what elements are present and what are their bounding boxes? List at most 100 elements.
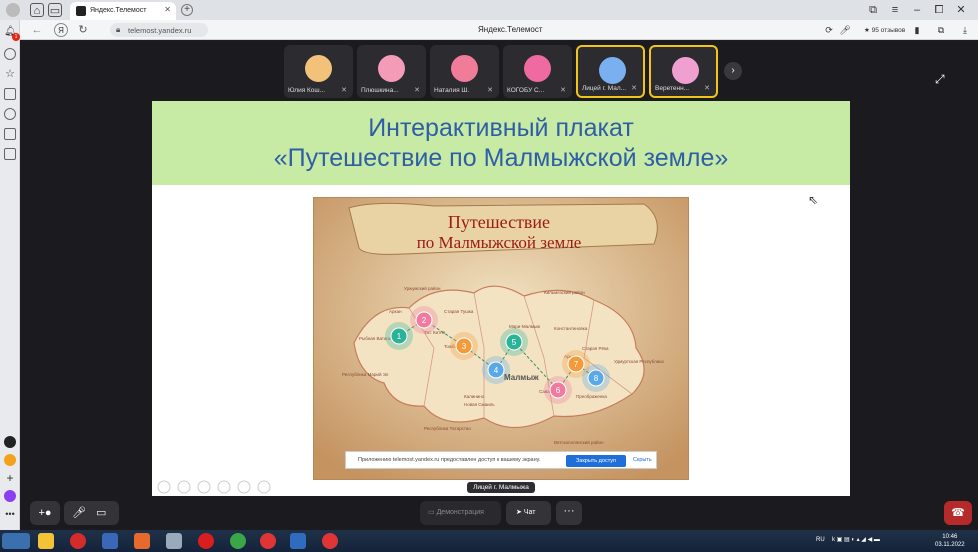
participant-tile[interactable]: КОГОБУ С... ✕ [503, 45, 572, 98]
yandex-taskbar-icon[interactable] [198, 533, 214, 549]
play-icon[interactable] [4, 108, 16, 120]
demo-button[interactable]: ▭ Демонстрация [420, 501, 501, 525]
url-field[interactable]: 🔒︎ telemost.yandex.ru [110, 23, 208, 37]
more-icon[interactable]: ••• [4, 510, 16, 522]
profile-icon[interactable] [6, 3, 20, 17]
downloads-icon[interactable] [4, 128, 16, 140]
map-point-number: 3 [462, 342, 467, 351]
mic-muted-icon: ✕ [631, 85, 637, 92]
media-toggle-group: 🎤︎ ▭ [64, 501, 119, 525]
restore-icon[interactable]: ⧠ [932, 3, 946, 17]
yandex-browser-taskbar-icon[interactable] [260, 533, 276, 549]
next-slide-icon[interactable] [177, 480, 191, 494]
taskbar-clock[interactable]: 10:46 03.11.2022 [935, 533, 965, 549]
slide-title-line2: «Путешествие по Малмыжской земле» [273, 144, 729, 172]
avatar [378, 55, 405, 82]
map-point-number: 5 [512, 338, 517, 347]
lock-icon: 🔒︎ [116, 25, 121, 34]
poster-title-1: Путешествие [448, 212, 550, 232]
poster-title-2: по Малмыжской земле [417, 233, 582, 252]
participant-tile[interactable]: Лицей г. Мал... ✕ [576, 45, 645, 98]
map-point-number: 2 [422, 316, 427, 325]
screenshot-icon[interactable] [4, 148, 16, 160]
browser-tab[interactable]: Яндекс.Телемост ✕ [70, 2, 176, 20]
download-icon[interactable]: ⤓ [958, 23, 972, 37]
word-taskbar-icon[interactable] [290, 533, 306, 549]
media-taskbar-icon[interactable] [134, 533, 150, 549]
avatar [451, 55, 478, 82]
zen-icon[interactable] [4, 454, 16, 466]
end-call-button[interactable]: ☎︎ [944, 501, 972, 525]
slide-toolbar [156, 479, 276, 500]
avatar [305, 55, 332, 82]
map-label: Уржумский район [404, 285, 441, 291]
map-point-number: 4 [494, 366, 499, 375]
windows-taskbar: RU k ▣ ▤ ◐ ▴ ◢ ◀︎ ▬ 10:46 03.11.2022 [0, 530, 978, 552]
reload-icon[interactable]: ↻ [76, 23, 90, 37]
participant-tile[interactable]: Плюшкина... ✕ [357, 45, 426, 98]
map-point-number: 6 [556, 386, 561, 395]
zoom-icon[interactable] [237, 480, 251, 494]
stop-sharing-button[interactable]: Закрыть доступ [566, 455, 626, 467]
hide-notice-button[interactable]: Скрыть [633, 457, 652, 463]
fullscreen-icon[interactable]: ⤢ [935, 72, 945, 87]
mic-muted-icon: ✕ [560, 87, 566, 94]
save-taskbar-icon[interactable] [102, 533, 118, 549]
participant-tile[interactable]: Юлия Кош... ✕ [284, 45, 353, 98]
chrome-taskbar-icon[interactable] [230, 533, 246, 549]
pen-icon[interactable] [197, 480, 211, 494]
map-label: Республика Татарстан [424, 426, 471, 431]
next-participants-button[interactable]: › [724, 62, 742, 80]
prev-slide-icon[interactable] [157, 480, 171, 494]
map-label: Вятскополянский район [554, 439, 604, 445]
more-controls-button[interactable]: ··· [556, 501, 582, 525]
pointer-icon[interactable] [217, 480, 231, 494]
yandex-browser-2-taskbar-icon[interactable] [322, 533, 338, 549]
notification-badge: 1 [12, 33, 20, 41]
new-tab-button[interactable]: + [181, 4, 193, 16]
telemost-favicon-icon [76, 6, 86, 16]
chat-button[interactable]: ➤ Чат [506, 501, 551, 525]
close-tab-icon[interactable]: ✕ [164, 5, 171, 14]
opera-taskbar-icon[interactable] [70, 533, 86, 549]
shared-screen: Интерактивный плакат «Путешествие по Мал… [152, 101, 850, 496]
language-indicator[interactable]: RU [816, 537, 825, 543]
tray-icons[interactable]: k ▣ ▤ ◐ ▴ ◢ ◀︎ ▬ [832, 536, 902, 548]
close-window-icon[interactable]: ✕ [954, 3, 968, 17]
start-button[interactable] [2, 533, 30, 549]
mic-muted-icon: ✕ [341, 87, 347, 94]
minimize-icon[interactable]: – [910, 3, 924, 17]
menu-icon[interactable]: ≡ [888, 3, 902, 17]
collections-icon[interactable] [4, 88, 16, 100]
home-icon[interactable]: ⌂ [30, 3, 44, 17]
mouse-cursor-icon: ⇖ [808, 193, 819, 207]
history-icon[interactable] [4, 48, 16, 60]
explorer-taskbar-icon[interactable] [38, 533, 54, 549]
participant-tile[interactable]: Наталия Ш. ✕ [430, 45, 499, 98]
address-bar-row: ← Я ↻ 🔒︎ telemost.yandex.ru Яндекс.Телем… [20, 20, 978, 40]
yandex-icon[interactable]: Я [54, 23, 68, 37]
map-label: Константиновка [554, 326, 588, 331]
reviews-badge[interactable]: ★ 95 отзывов [864, 26, 905, 34]
camera-off-icon[interactable]: ▭ [96, 501, 106, 525]
add-panel-icon[interactable]: + [4, 472, 16, 484]
files-taskbar-icon[interactable] [166, 533, 182, 549]
bookmarks-icon[interactable]: ⧉ [866, 3, 880, 17]
favorites-icon[interactable]: ☆ [4, 68, 16, 80]
alice-icon[interactable] [4, 490, 16, 502]
back-icon[interactable]: ← [30, 23, 44, 37]
poster-map: Путешествие по Малмыжской земле Уржумски… [314, 198, 688, 479]
add-person-icon: +● [38, 507, 52, 519]
participant-tile[interactable]: Веретенн... ✕ [649, 45, 718, 98]
more-options-icon[interactable] [257, 480, 271, 494]
reader-icon[interactable]: ⟳ [822, 23, 836, 37]
date-text: 03.11.2022 [935, 542, 965, 548]
invite-button[interactable]: +● [30, 501, 60, 525]
tabs-icon[interactable]: ▭ [48, 3, 62, 17]
extensions-icon[interactable]: ⧉ [934, 23, 948, 37]
microphone-icon[interactable]: 🎤︎ [838, 23, 852, 37]
chat-label: Чат [523, 509, 536, 516]
telemost-app-icon[interactable] [4, 436, 16, 448]
mic-off-icon[interactable]: 🎤︎ [72, 501, 86, 525]
bookmark-icon[interactable]: ▮ [910, 23, 924, 37]
